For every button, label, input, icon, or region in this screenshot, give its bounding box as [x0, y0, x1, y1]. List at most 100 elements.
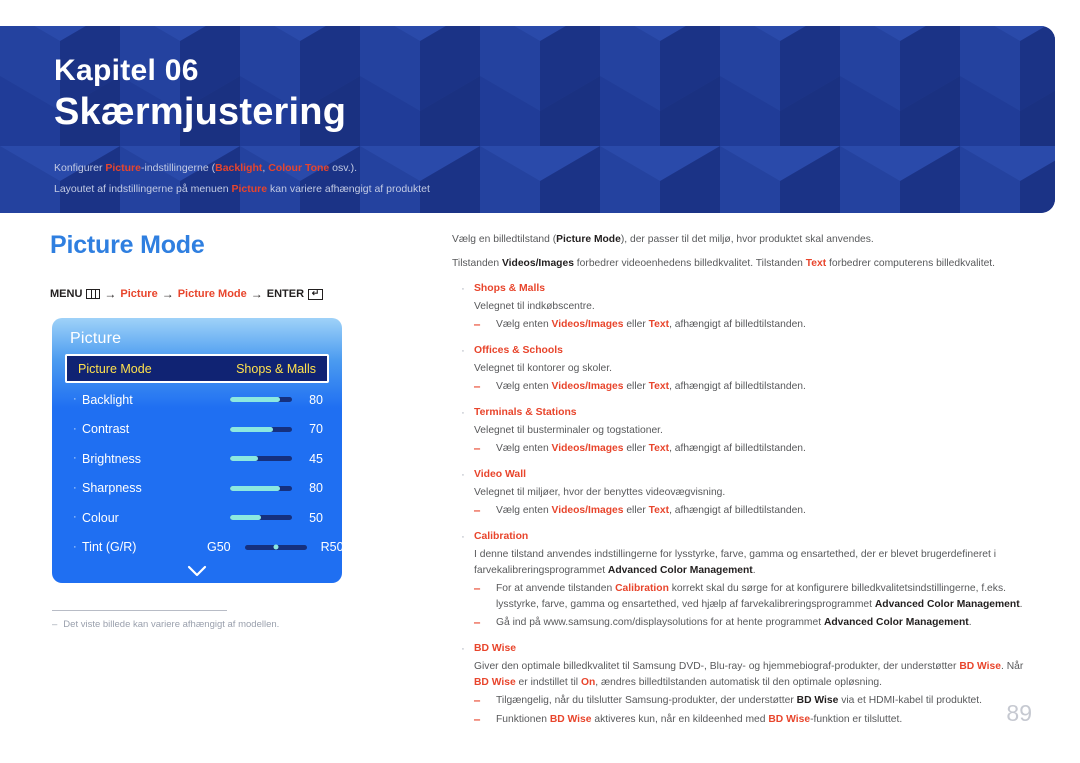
bullet-shops-and-malls: · Shops & Malls Velegnet til indkøbscent… [452, 281, 1032, 334]
sub-b: eller [623, 380, 649, 392]
osd-row-backlight[interactable]: · Backlight 80 [65, 385, 329, 415]
osd-row-brightness-slider[interactable]: 45 [207, 452, 323, 466]
sub-b: eller [623, 443, 649, 454]
slider-track[interactable] [230, 456, 292, 462]
page-title: Picture Mode [50, 231, 205, 259]
intro-paragraph-1: Vælg en billedtilstand (Picture Mode), d… [452, 232, 1032, 248]
chevron-down-icon[interactable] [65, 565, 329, 580]
osd-row-brightness[interactable]: · Brightness 45 [65, 444, 329, 474]
sub-kw-videos-images: Videos/Images [551, 443, 624, 454]
osd-row-picture-mode[interactable]: Picture Mode Shops & Malls [65, 354, 329, 383]
intro1-kw-picture-mode: Picture Mode [556, 234, 621, 245]
osd-row-brightness-value: 45 [309, 451, 323, 466]
osd-bullet-icon: · [73, 452, 77, 465]
osd-row-sharpness[interactable]: · Sharpness 80 [65, 474, 329, 504]
osd-row-picture-mode-label: Picture Mode [78, 361, 152, 376]
bullet-head: · Calibration [452, 529, 1032, 546]
cal-sub1-a: For at anvende tilstanden [496, 583, 616, 595]
cal-body-acm: Advanced Color Management [607, 565, 753, 577]
footnote-dash: ‒ [52, 619, 58, 630]
intro2-c: forbedrer computerens billedkvalitet. [826, 257, 996, 269]
sub-a: Vælg enten [496, 380, 552, 392]
slider-fill [230, 456, 258, 462]
sub-kw-text: Text [648, 318, 670, 330]
sub-a: Vælg enten [496, 318, 552, 330]
sub-kw-videos-images: Videos/Images [551, 505, 624, 517]
bd-sub2-b: aktiveres kun, når en kildeenhed med [591, 714, 769, 725]
sub-c: , afhængigt af billedtilstanden. [669, 505, 806, 517]
bullet-bd-wise: · BD Wise Giver den optimale billedkvali… [452, 641, 1032, 729]
osd-bullet-icon: · [73, 422, 77, 435]
sub1-kw-picture: Picture [105, 162, 141, 175]
osd-menu-title: Picture [70, 330, 122, 347]
sub-b: eller [623, 505, 649, 517]
footnote-text: ‒ Det viste billede kan variere afhængig… [52, 619, 352, 630]
osd-bullet-icon: · [73, 540, 77, 553]
osd-row-colour-label: Colour [82, 510, 119, 525]
cal-sub1-acm: Advanced Color Management [874, 599, 1020, 610]
footnote-body: Det viste billede kan variere afhængigt … [63, 619, 280, 630]
slider-fill [230, 426, 274, 432]
intro1-b: ), der passer til det miljø, hvor produk… [620, 234, 874, 245]
sub-kw-videos-images: Videos/Images [551, 318, 624, 330]
osd-row-sharpness-label: Sharpness [82, 481, 142, 496]
bullet-body: I denne tilstand anvendes indstillingern… [474, 547, 1032, 579]
bullet-head-label: BD Wise [474, 643, 517, 654]
bullet-body: Velegnet til busterminaler og togstation… [474, 425, 663, 437]
osd-row-tint-slider[interactable]: G50 R50 [207, 540, 342, 554]
osd-row-colour[interactable]: · Colour 50 [65, 503, 329, 533]
tint-slider-track[interactable] [244, 544, 307, 550]
footnote: ‒ Det viste billede kan variere afhængig… [52, 610, 352, 630]
osd-row-sharpness-slider[interactable]: 80 [207, 481, 323, 495]
slider-track[interactable] [230, 426, 292, 432]
sub-kw-text: Text [648, 443, 670, 454]
sub-kw-text: Text [648, 505, 670, 517]
page-number: 89 [1006, 700, 1032, 726]
osd-row-brightness-label: Brightness [82, 451, 142, 466]
tint-slider-knob[interactable] [273, 544, 279, 550]
osd-picture-menu: Picture Picture Mode Shops & Malls · Bac… [52, 318, 342, 583]
bd-body-a: Giver den optimale billedkvalitet til Sa… [474, 661, 960, 673]
path-arrow-2: → [161, 287, 174, 301]
osd-row-contrast[interactable]: · Contrast 70 [65, 415, 329, 445]
slider-track[interactable] [230, 515, 292, 521]
sub-dash-icon: ‒ [474, 714, 481, 726]
osd-row-tint[interactable]: · Tint (G/R) G50 R50 [65, 533, 342, 563]
intro2-a: Tilstanden [452, 257, 502, 269]
sub-item-text: Vælg enten Videos/Images eller Text, afh… [496, 441, 1032, 458]
banner-subtitle: Konfigurer Picture-indstillingerne (Back… [54, 158, 430, 199]
menu-path-breadcrumb: MENU → Picture → Picture Mode → ENTER ↵ [50, 287, 324, 301]
enter-key-icon: ↵ [308, 288, 324, 300]
path-arrow-3: → [250, 287, 263, 301]
menu-path-menu-label: MENU [50, 288, 83, 300]
intro2-kw-text: Text [805, 257, 827, 269]
osd-row-backlight-slider[interactable]: 80 [207, 393, 323, 407]
intro1-a: Vælg en billedtilstand ( [452, 234, 557, 245]
menu-path-item-picture-mode: Picture Mode [177, 288, 247, 300]
footnote-divider [52, 610, 227, 611]
osd-bullet-icon: · [73, 511, 77, 524]
path-arrow-1: → [104, 287, 117, 301]
slider-track[interactable] [230, 397, 292, 403]
bullet-head-label: Calibration [474, 531, 529, 543]
bd-sub1-b: via et HDMI-kabel til produktet. [838, 694, 982, 706]
bullet-dot-icon: · [461, 531, 465, 544]
bullet-terminals-and-stations: · Terminals & Stations Velegnet til bust… [452, 405, 1032, 458]
bd-body-b: . Når [1001, 661, 1024, 673]
bullet-dot-icon: · [461, 282, 465, 295]
bullet-dot-icon: · [461, 469, 465, 482]
sub-c: , afhængigt af billedtilstanden. [669, 380, 806, 392]
sub-a: Vælg enten [496, 505, 552, 517]
bullet-dot-icon: · [461, 344, 465, 357]
chapter-title: Skærmjustering [54, 91, 347, 134]
slider-track[interactable] [230, 485, 292, 491]
sub-item-text: Tilgængelig, når du tilslutter Samsung-p… [496, 693, 1032, 710]
sub-dash-icon: ‒ [474, 616, 481, 629]
sub-item: ‒ For at anvende tilstanden Calibration … [474, 581, 1032, 613]
osd-row-contrast-slider[interactable]: 70 [207, 422, 323, 436]
sub-dash-icon: ‒ [474, 505, 481, 518]
osd-row-colour-slider[interactable]: 50 [207, 511, 323, 525]
sub-dash-icon: ‒ [474, 318, 481, 331]
sub-c: , afhængigt af billedtilstanden. [669, 443, 806, 454]
sub-item-text: Funktionen BD Wise aktiveres kun, når en… [496, 712, 1032, 729]
